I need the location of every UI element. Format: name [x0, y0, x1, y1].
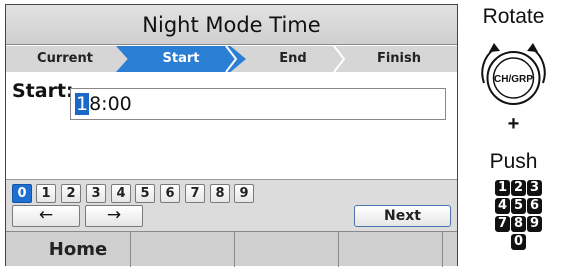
key-4[interactable]: 4: [111, 184, 131, 203]
number-key: 4: [495, 198, 510, 214]
step-progress-bar: Current Start End Finish: [6, 46, 457, 72]
start-time-value: 8:00: [89, 93, 132, 115]
number-key: 3: [527, 180, 542, 196]
number-key: 8: [511, 216, 526, 232]
key-0[interactable]: 0: [12, 184, 32, 203]
device-screen: Night Mode Time Current Start End Finish…: [5, 4, 458, 267]
softkey-4[interactable]: [339, 232, 443, 267]
cursor-left-button[interactable]: ←: [12, 205, 80, 227]
knob-label: CH/GRP: [494, 74, 533, 85]
number-key: 0: [511, 234, 526, 250]
instruction-panel: Rotate CH/GRP + Push 1 2 3 4 5 6 7 8 9 0: [466, 0, 561, 269]
cursor-right-button[interactable]: →: [85, 205, 143, 227]
softkey-5[interactable]: [443, 232, 457, 267]
key-6[interactable]: 6: [160, 184, 180, 203]
next-button[interactable]: Next: [354, 205, 451, 227]
screen-title: Night Mode Time: [6, 5, 457, 45]
ch-grp-knob-icon: CH/GRP: [481, 43, 546, 105]
step-chevron-icon: [225, 46, 238, 72]
number-key: 9: [527, 216, 542, 232]
number-key: 2: [511, 180, 526, 196]
number-key: 1: [495, 180, 510, 196]
push-label: Push: [489, 150, 538, 173]
key-2[interactable]: 2: [61, 184, 81, 203]
key-7[interactable]: 7: [185, 184, 205, 203]
rotate-label: Rotate: [482, 5, 545, 28]
step-chevron-icon: [333, 46, 346, 72]
start-time-row: Start: 18:00: [6, 73, 457, 120]
start-time-input[interactable]: 18:00: [70, 88, 446, 120]
softkey-2[interactable]: [131, 232, 235, 267]
number-key: 6: [527, 198, 542, 214]
softkey-3[interactable]: [235, 232, 339, 267]
number-keys-icon: 1 2 3 4 5 6 7 8 9 0: [466, 180, 561, 268]
start-label: Start:: [12, 80, 74, 102]
cursor-digit: 1: [75, 93, 90, 115]
key-5[interactable]: 5: [135, 184, 155, 203]
on-screen-keypad: 0 1 2 3 4 5 6 7 8 9 ← → Next: [6, 179, 457, 231]
number-key: 7: [495, 216, 510, 232]
step-current: Current: [37, 51, 93, 66]
softkey-home[interactable]: Home: [26, 232, 131, 267]
key-3[interactable]: 3: [86, 184, 106, 203]
key-1[interactable]: 1: [36, 184, 56, 203]
soft-key-bar: Home: [6, 231, 457, 267]
step-finish: Finish: [376, 51, 422, 66]
key-9[interactable]: 9: [234, 184, 254, 203]
number-key: 5: [511, 198, 526, 214]
plus-sign: +: [507, 113, 520, 135]
key-8[interactable]: 8: [210, 184, 230, 203]
